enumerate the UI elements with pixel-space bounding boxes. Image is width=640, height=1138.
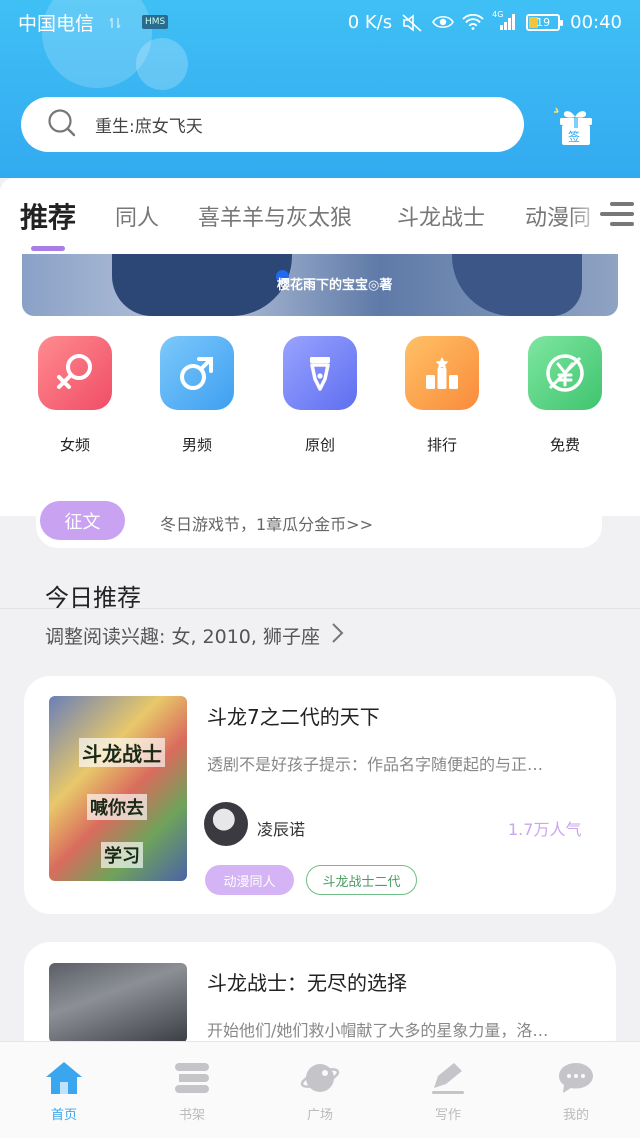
chevron-right-icon bbox=[330, 622, 344, 649]
nav-write[interactable]: 写作 bbox=[398, 1042, 498, 1123]
yen-icon bbox=[528, 336, 602, 410]
gift-label: 签 bbox=[567, 128, 582, 145]
decor-bubble bbox=[136, 38, 188, 90]
podium-icon bbox=[405, 336, 479, 410]
book-description: 透剧不是好孩子提示：作品名字随便起的与正… bbox=[207, 755, 544, 774]
essay-contest-tag[interactable]: 征文 bbox=[40, 501, 125, 540]
active-tab-indicator bbox=[31, 246, 65, 251]
nav-square[interactable]: 广场 bbox=[270, 1042, 370, 1123]
category-label: 排行 bbox=[426, 436, 457, 454]
home-icon bbox=[44, 1058, 84, 1098]
chat-bubble-icon bbox=[556, 1058, 596, 1098]
category-ranking[interactable]: 排行 bbox=[405, 336, 479, 455]
avatar[interactable] bbox=[204, 802, 248, 846]
cover-text: 学习 bbox=[101, 842, 143, 868]
wifi-icon bbox=[462, 13, 484, 30]
bottom-navigation: 首页 书架 广场 写作 我的 bbox=[0, 1041, 640, 1138]
check-in-gift-button[interactable]: 签 bbox=[552, 104, 598, 148]
carrier-label: 中国电信 bbox=[18, 12, 95, 35]
male-icon bbox=[160, 336, 234, 410]
hms-badge: HMS bbox=[142, 15, 169, 29]
eye-icon bbox=[432, 14, 455, 30]
pen-nib-icon bbox=[283, 336, 357, 410]
tab-pleasant-goat[interactable]: 喜羊羊与灰太狼 bbox=[198, 200, 352, 232]
cover-text: 斗龙战士 bbox=[79, 738, 165, 767]
search-icon bbox=[47, 108, 77, 142]
nav-label: 写作 bbox=[434, 1108, 461, 1123]
nav-label: 首页 bbox=[50, 1108, 77, 1123]
divider bbox=[0, 608, 640, 609]
book-tag[interactable]: 斗龙战士二代 bbox=[306, 865, 417, 895]
category-tabs: 推荐 同人 喜羊羊与灰太狼 斗龙战士 动漫同 bbox=[0, 178, 640, 254]
nav-bookshelf[interactable]: 书架 bbox=[142, 1042, 242, 1123]
category-free[interactable]: 免费 bbox=[528, 336, 602, 455]
banner-art bbox=[112, 254, 292, 316]
planet-icon bbox=[300, 1058, 340, 1098]
banner-author: 樱花雨下的宝宝◎著 bbox=[277, 278, 393, 293]
tab-dragon-warriors[interactable]: 斗龙战士 bbox=[397, 200, 485, 232]
category-label: 免费 bbox=[549, 436, 580, 454]
menu-line bbox=[600, 212, 634, 216]
book-cover[interactable]: 斗龙战士 喊你去 学习 bbox=[49, 696, 187, 881]
nav-label: 书架 bbox=[178, 1108, 205, 1123]
menu-line bbox=[610, 202, 634, 206]
write-icon bbox=[428, 1058, 468, 1098]
battery-level: 19 bbox=[536, 15, 551, 29]
interest-text: 调整阅读兴趣: 女, 2010, 狮子座 bbox=[45, 626, 320, 648]
banner-art bbox=[452, 254, 582, 316]
category-original[interactable]: 原创 bbox=[283, 336, 357, 455]
book-tag[interactable]: 动漫同人 bbox=[205, 865, 294, 895]
nav-label: 我的 bbox=[562, 1108, 589, 1123]
book-title[interactable]: 斗龙7之二代的天下 bbox=[207, 701, 380, 730]
adjust-interest-link[interactable]: 调整阅读兴趣: 女, 2010, 狮子座 bbox=[45, 622, 344, 649]
announcement-text[interactable]: 冬日游戏节，1章瓜分金币>> bbox=[160, 511, 373, 535]
book-cover[interactable] bbox=[49, 963, 187, 1043]
search-placeholder: 重生:庶女飞天 bbox=[95, 117, 203, 137]
cover-text: 喊你去 bbox=[87, 794, 147, 820]
bookshelf-icon bbox=[172, 1058, 212, 1098]
female-icon bbox=[38, 336, 112, 410]
nav-profile[interactable]: 我的 bbox=[526, 1042, 626, 1123]
author-name[interactable]: 凌辰诺 bbox=[257, 816, 305, 840]
tab-recommend[interactable]: 推荐 bbox=[20, 196, 76, 236]
nav-label: 广场 bbox=[306, 1108, 333, 1123]
nav-home[interactable]: 首页 bbox=[14, 1042, 114, 1123]
category-male[interactable]: 男频 bbox=[160, 336, 234, 455]
network-type: 4G bbox=[492, 10, 504, 19]
category-label: 女频 bbox=[59, 436, 90, 454]
tab-fan-fiction[interactable]: 同人 bbox=[115, 200, 159, 232]
status-bar: 中国电信 HMS 0 K/s 4G 19 00:40 bbox=[0, 0, 640, 44]
book-description: 开始他们/她们救小帽献了大多的星象力量，洛… bbox=[207, 1021, 549, 1040]
popularity-count: 1.7万人气 bbox=[508, 820, 582, 839]
category-female[interactable]: 女频 bbox=[38, 336, 112, 455]
clock: 00:40 bbox=[570, 11, 622, 33]
book-title[interactable]: 斗龙战士：无尽的选择 bbox=[207, 967, 407, 996]
search-input[interactable]: 重生:庶女飞天 bbox=[21, 97, 524, 152]
battery-indicator: 19 bbox=[526, 13, 564, 31]
data-arrow-icon bbox=[108, 14, 128, 30]
category-label: 原创 bbox=[304, 436, 335, 454]
category-label: 男频 bbox=[181, 436, 212, 454]
menu-line bbox=[610, 222, 634, 226]
mute-icon bbox=[402, 14, 422, 32]
net-speed: 0 K/s bbox=[347, 11, 393, 33]
signal-icon: 4G bbox=[492, 10, 516, 30]
tab-menu-button[interactable] bbox=[600, 202, 634, 232]
